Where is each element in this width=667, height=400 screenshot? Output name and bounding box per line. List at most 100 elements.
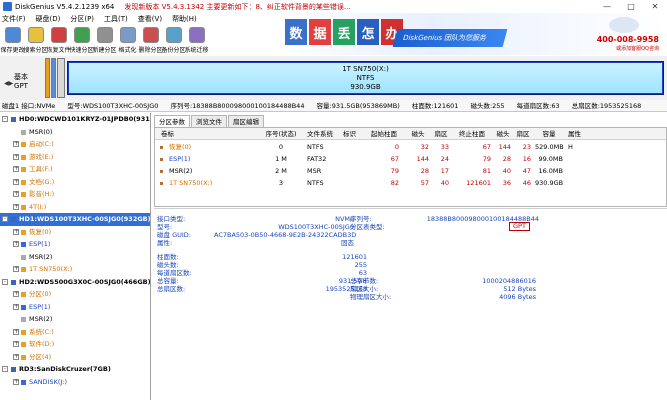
expand-icon[interactable]: +	[13, 291, 19, 297]
partition-icon	[21, 342, 26, 347]
tree-partition-node[interactable]: + ESP(1)	[0, 238, 150, 251]
tree-partition-node[interactable]: + 启动(C:)	[0, 138, 150, 151]
menu-help[interactable]: 帮助(H)	[172, 14, 197, 24]
tree-partition-node[interactable]: MSR(2)	[0, 313, 150, 326]
tree-partition-node[interactable]: +1T SN750(X:)	[0, 263, 150, 276]
backup-partition-button[interactable]: 备份分区	[162, 25, 186, 55]
table-row[interactable]: MSR(2) 2 M MSR 79 28 17 81 40 47 16.0MB	[155, 166, 666, 177]
search-partition-button[interactable]: 搜索分区	[24, 25, 48, 55]
disk-type-label: 基本 GPT	[14, 73, 28, 90]
table-cell: 恢复(0)	[169, 143, 192, 151]
column-header[interactable]: 磁头	[495, 129, 511, 139]
column-header[interactable]: 标识	[343, 129, 367, 139]
quick-partition-button[interactable]: 快速分区	[70, 25, 94, 55]
tree-partition-node[interactable]: + 恢复(0)	[0, 226, 150, 239]
expand-icon[interactable]: +	[13, 191, 19, 197]
tree-partition-node[interactable]: + 工具(F:)	[0, 163, 150, 176]
expand-icon[interactable]: +	[13, 228, 19, 235]
disk-nav-arrows-icon[interactable]: ◀▶	[4, 80, 13, 87]
tree-node-label: 分区(4)	[29, 352, 52, 361]
partition-segment-main[interactable]: 1T SN750(X:) NTFS 930.9GB	[67, 61, 664, 95]
minimize-button[interactable]: —	[595, 0, 619, 13]
tree-partition-node[interactable]: + 文档(G:)	[0, 176, 150, 189]
expand-icon[interactable]: +	[13, 378, 19, 385]
expand-icon[interactable]: +	[13, 178, 19, 185]
column-header[interactable]: 扇区	[433, 129, 449, 139]
expand-icon[interactable]: +	[13, 241, 19, 247]
recover-files-button[interactable]: 恢复文件	[47, 25, 71, 55]
menu-disk[interactable]: 硬盘(D)	[36, 14, 61, 24]
maximize-button[interactable]: □	[619, 0, 643, 13]
app-icon	[3, 2, 12, 11]
close-button[interactable]: ✕	[643, 0, 667, 13]
table-cell: 0	[278, 143, 284, 151]
disk-icon	[11, 117, 16, 122]
table-row[interactable]: 1T SN750(X:) 3 NTFS 82 57 40 121601 36 46 930.9GB	[155, 178, 666, 189]
partition-icon	[21, 254, 26, 260]
menu-file[interactable]: 文件(F)	[2, 14, 26, 24]
tree-node-label: 工具(F:)	[29, 165, 53, 173]
tree-partition-node[interactable]: + ESP(1)	[0, 301, 150, 314]
column-header[interactable]: 磁头	[407, 129, 429, 139]
column-header[interactable]: 属性	[568, 129, 588, 139]
system-migration-button[interactable]: 系统迁移	[185, 25, 209, 55]
expand-icon[interactable]: +	[13, 303, 19, 310]
partition-segment-esp[interactable]	[51, 58, 56, 98]
column-header[interactable]: 起始柱面	[369, 129, 399, 139]
partition-icon	[21, 229, 26, 235]
table-row[interactable]: ESP(1) 1 M FAT32 67 144 24 79 28 16 99.0MB	[155, 154, 666, 165]
partition-segment-msr[interactable]	[57, 58, 65, 98]
ad-banner[interactable]: 数 据 丢 怎 办 DiskGenius 团队为您服务 400-008-9958…	[275, 13, 667, 55]
tree-disk-node[interactable]: - HD2:WDS500G3X0C-00SJG0(466GB)	[0, 276, 150, 289]
tab-partition-params[interactable]: 分区参数	[154, 115, 190, 127]
table-cell: NTFS	[307, 143, 324, 151]
tree-disk-node[interactable]: - RD3:SanDiskCruzer(7GB)	[0, 363, 150, 376]
column-header[interactable]: 终止柱面	[453, 129, 491, 139]
expand-icon[interactable]: +	[13, 341, 19, 347]
column-header[interactable]: 文件系统	[307, 129, 341, 139]
collapse-icon[interactable]: -	[2, 278, 8, 285]
table-row[interactable]: 恢复(0) 0 NTFS 0 32 33 67 144 23 529.0MB H	[155, 142, 666, 153]
menu-view[interactable]: 查看(V)	[138, 14, 162, 24]
expand-icon[interactable]: +	[13, 328, 19, 335]
collapse-icon[interactable]: -	[2, 116, 8, 122]
collapse-icon[interactable]: -	[2, 366, 8, 372]
delete-partition-button[interactable]: 删除分区	[139, 25, 163, 55]
tree-node-label: 恢复(0)	[29, 227, 52, 236]
column-header[interactable]: 卷标	[161, 129, 257, 139]
column-header[interactable]: 扇区	[515, 129, 531, 139]
format-button[interactable]: 格式化	[116, 25, 139, 55]
menu-partition[interactable]: 分区(P)	[70, 14, 94, 24]
tree-partition-node[interactable]: MSR(2)	[0, 251, 150, 264]
new-partition-button[interactable]: 新建分区	[93, 25, 117, 55]
expand-icon[interactable]: +	[13, 353, 19, 360]
tree-partition-node[interactable]: + 软件(D:)	[0, 338, 150, 351]
migration-icon	[188, 27, 205, 43]
column-header[interactable]: 序号(状态)	[261, 129, 301, 139]
collapse-icon[interactable]: -	[2, 216, 8, 222]
expand-icon[interactable]: +	[13, 141, 19, 147]
table-cell: 16.0MB	[538, 167, 563, 175]
tree-disk-node[interactable]: - HD1:WDS100T3XHC-00SJG0(932GB)	[0, 213, 150, 226]
expand-icon[interactable]: +	[13, 203, 19, 210]
tree-partition-node[interactable]: + SANDISK(J:)	[0, 376, 150, 389]
partition-segment-recovery[interactable]	[45, 58, 50, 98]
tree-partition-node[interactable]: + 游戏(E:)	[0, 151, 150, 164]
tree-partition-node[interactable]: + 影音(H:)	[0, 188, 150, 201]
tree-partition-node[interactable]: MSR(0)	[0, 126, 150, 139]
tree-partition-node[interactable]: +4T(I:)	[0, 201, 150, 214]
tab-browse-files[interactable]: 浏览文件	[191, 115, 227, 127]
expand-icon[interactable]: +	[13, 153, 19, 160]
expand-icon[interactable]: +	[13, 166, 19, 172]
expand-icon[interactable]: +	[13, 266, 19, 272]
update-notice[interactable]: 发现新版本 V5.4.3.1342 主要更新如下：8、纠正软件背景的某些错误..…	[124, 2, 350, 12]
tree-partition-node[interactable]: + 系统(C:)	[0, 326, 150, 339]
column-header[interactable]: 容量	[535, 129, 563, 139]
menu-tools[interactable]: 工具(T)	[104, 14, 128, 24]
tree-partition-node[interactable]: + 分区(4)	[0, 351, 150, 364]
tab-sector-edit[interactable]: 扇区编辑	[228, 115, 264, 127]
save-changes-button[interactable]: 保存更改	[1, 25, 25, 55]
tree-disk-node[interactable]: - HD0:WDCWD101KRYZ-01JPDB0(931.5GB)	[0, 113, 150, 126]
partition-icon	[21, 192, 26, 197]
tree-partition-node[interactable]: + 分区(0)	[0, 288, 150, 301]
